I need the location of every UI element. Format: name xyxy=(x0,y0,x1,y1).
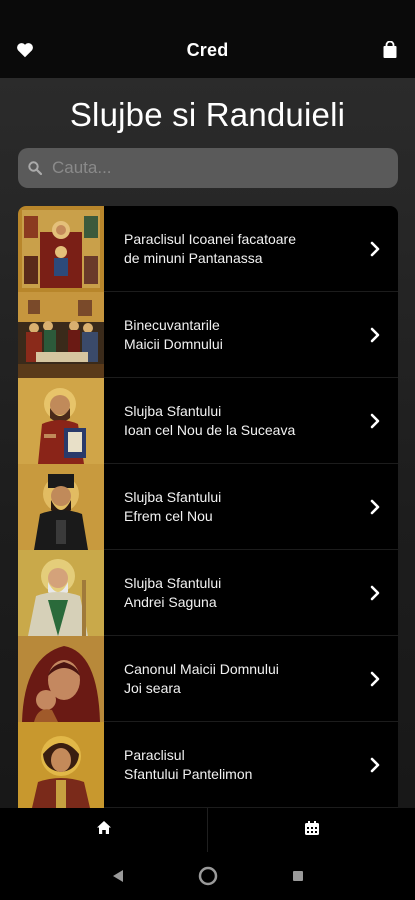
item-title: Slujba Sfantului Efrem cel Nou xyxy=(104,488,360,526)
chevron-right-icon xyxy=(360,671,390,687)
search-bar[interactable] xyxy=(18,148,398,188)
item-title: Slujba Sfantului Andrei Saguna xyxy=(104,574,360,612)
search-icon xyxy=(28,160,44,176)
system-nav-bar xyxy=(0,852,415,900)
list-item[interactable]: Paraclisul Sfantului Pantelimon xyxy=(18,721,398,808)
home-circle-icon[interactable] xyxy=(198,866,218,886)
heart-icon[interactable] xyxy=(14,39,36,61)
chevron-right-icon xyxy=(360,327,390,343)
item-title-line1: Slujba Sfantului xyxy=(124,488,222,505)
item-title-line1: Slujba Sfantului xyxy=(124,402,222,419)
list-item[interactable]: Slujba Sfantului Efrem cel Nou xyxy=(18,463,398,550)
item-title-line2: Sfantului Pantelimon xyxy=(124,765,253,782)
icon-saint-ephraim xyxy=(18,463,104,550)
app-bar: Cred xyxy=(0,0,415,78)
icon-saint-panteleimon xyxy=(18,721,104,808)
icon-saint-andrei xyxy=(18,549,104,636)
item-title: Binecuvantarile Maicii Domnului xyxy=(104,316,360,354)
item-title-line2: Efrem cel Nou xyxy=(124,507,213,524)
list-item[interactable]: Slujba Sfantului Ioan cel Nou de la Suce… xyxy=(18,377,398,464)
chevron-right-icon xyxy=(360,757,390,773)
tab-home[interactable] xyxy=(0,808,207,852)
item-title: Paraclisul Sfantului Pantelimon xyxy=(104,746,360,784)
item-title-line2: Joi seara xyxy=(124,679,181,696)
icon-dormition xyxy=(18,291,104,378)
chevron-right-icon xyxy=(360,499,390,515)
services-list: Paraclisul Icoanei facatoare de minuni P… xyxy=(18,206,398,808)
item-title-line2: Andrei Saguna xyxy=(124,593,217,610)
item-title: Slujba Sfantului Ioan cel Nou de la Suce… xyxy=(104,402,360,440)
item-title: Paraclisul Icoanei facatoare de minuni P… xyxy=(104,230,360,268)
item-title-line2: Ioan cel Nou de la Suceava xyxy=(124,421,296,438)
item-title: Canonul Maicii Domnului Joi seara xyxy=(104,660,360,698)
home-icon xyxy=(96,820,112,840)
chevron-right-icon xyxy=(360,241,390,257)
chevron-right-icon xyxy=(360,413,390,429)
item-title-line1: Slujba Sfantului xyxy=(124,574,222,591)
item-title-line2: Maicii Domnului xyxy=(124,335,223,352)
recents-icon[interactable] xyxy=(288,866,308,886)
page-title: Slujbe si Randuieli xyxy=(69,96,346,133)
list-item[interactable]: Binecuvantarile Maicii Domnului xyxy=(18,291,398,378)
shopping-bag-icon[interactable] xyxy=(379,39,401,61)
list-item[interactable]: Canonul Maicii Domnului Joi seara xyxy=(18,635,398,722)
main-content: Slujbe si Randuieli Cauta... Paraclisul … xyxy=(0,78,415,808)
bottom-tab-bar xyxy=(0,808,415,852)
item-title-line1: Paraclisul xyxy=(124,746,185,763)
search-input[interactable] xyxy=(52,158,398,178)
list-item[interactable]: Paraclisul Icoanei facatoare de minuni P… xyxy=(18,206,398,292)
back-icon[interactable] xyxy=(108,866,128,886)
item-title-line1: Paraclisul Icoanei facatoare xyxy=(124,230,296,247)
tab-calendar[interactable] xyxy=(207,808,415,852)
app-title: Cred xyxy=(186,39,229,60)
chevron-right-icon xyxy=(360,585,390,601)
item-title-line2: de minuni Pantanassa xyxy=(124,249,263,266)
list-item[interactable]: Slujba Sfantului Andrei Saguna xyxy=(18,549,398,636)
item-title-line1: Canonul Maicii Domnului xyxy=(124,660,279,677)
icon-virgin-mary xyxy=(18,635,104,722)
calendar-icon xyxy=(304,820,320,841)
icon-saint-john xyxy=(18,377,104,464)
item-title-line1: Binecuvantarile xyxy=(124,316,220,333)
icon-theotokos-pantanassa xyxy=(18,206,104,292)
